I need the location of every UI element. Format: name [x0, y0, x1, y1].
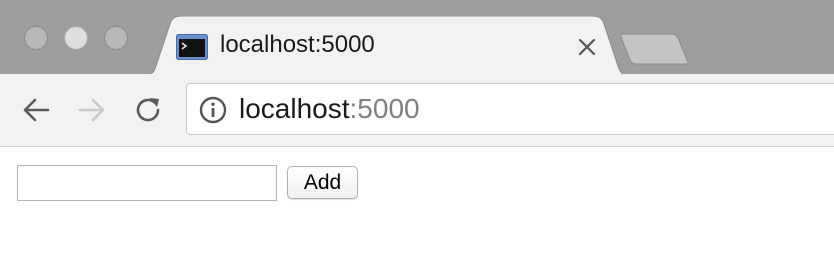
- address-bar[interactable]: localhost:5000: [186, 83, 834, 135]
- reload-icon[interactable]: [132, 94, 164, 126]
- url-port: :5000: [349, 93, 420, 124]
- info-icon[interactable]: [199, 96, 227, 124]
- url-host: localhost: [239, 93, 350, 124]
- add-button[interactable]: Add: [287, 166, 358, 199]
- close-icon[interactable]: [574, 34, 600, 60]
- window-zoom-button[interactable]: [104, 26, 128, 50]
- item-text-input[interactable]: [17, 165, 277, 201]
- page-content: Add: [0, 147, 834, 274]
- tab-shape: [142, 16, 632, 76]
- new-tab-icon[interactable]: [620, 32, 690, 66]
- browser-window: localhost:5000 localhost:5000 Add: [0, 0, 834, 274]
- window-minimize-button[interactable]: [64, 26, 88, 50]
- window-close-button[interactable]: [24, 26, 48, 50]
- terminal-icon: [176, 34, 208, 60]
- browser-toolbar: localhost:5000: [0, 74, 834, 147]
- tab-strip: localhost:5000: [0, 0, 834, 76]
- tab-title: localhost:5000: [220, 31, 375, 58]
- tab-active[interactable]: localhost:5000: [142, 16, 632, 76]
- arrow-right-icon[interactable]: [76, 94, 108, 126]
- arrow-left-icon[interactable]: [20, 94, 52, 126]
- url-text: localhost:5000: [239, 92, 420, 126]
